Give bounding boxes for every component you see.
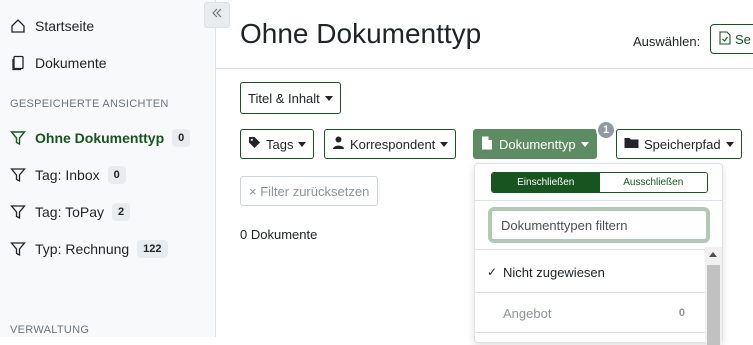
sidebar-item-ohne-dokumenttyp[interactable]: Ohne Dokumenttyp 0 bbox=[10, 126, 191, 150]
folder-icon bbox=[624, 136, 644, 152]
saved-views-heading: GESPEICHERTE ANSICHTEN bbox=[10, 98, 169, 110]
sidebar-item-tag-inbox[interactable]: Tag: Inbox 0 bbox=[10, 163, 126, 187]
exclude-toggle-button[interactable]: Ausschließen bbox=[599, 173, 707, 192]
sidebar-collapse-button[interactable] bbox=[204, 2, 230, 28]
sidebar-item-label: Startseite bbox=[35, 18, 95, 34]
filter-icon bbox=[10, 129, 28, 147]
filter-icon bbox=[10, 166, 28, 184]
sidebar-item-label: Tag: Inbox bbox=[35, 167, 100, 183]
doctype-filter-button[interactable]: Dokumenttyp bbox=[473, 129, 597, 159]
dropdown-item-nicht-zugewiesen[interactable]: ✓ Nicht zugewiesen bbox=[475, 252, 705, 292]
sidebar-item-typ-rechnung[interactable]: Typ: Rechnung 122 bbox=[10, 237, 168, 261]
storage-path-filter-button[interactable]: Speicherpfad bbox=[616, 129, 742, 159]
home-icon bbox=[10, 17, 28, 35]
document-count: 0 Dokumente bbox=[240, 227, 318, 242]
sidebar-item-label: Tag: ToPay bbox=[35, 204, 105, 220]
scrollbar-thumb[interactable] bbox=[707, 265, 720, 345]
count-badge: 122 bbox=[137, 240, 168, 258]
divider bbox=[475, 249, 722, 250]
caret-down-icon bbox=[298, 141, 307, 147]
count-badge: 0 bbox=[172, 129, 191, 147]
tags-filter-button[interactable]: Tags bbox=[240, 129, 315, 159]
divider bbox=[475, 200, 722, 201]
correspondent-filter-button[interactable]: Korrespondent bbox=[324, 129, 457, 159]
sidebar-item-label: Typ: Rechnung bbox=[35, 241, 130, 257]
item-count: 0 bbox=[678, 307, 685, 319]
count-badge: 2 bbox=[112, 203, 131, 221]
filter-icon bbox=[10, 203, 28, 221]
doctype-filter-input[interactable]: Dokumenttypen filtern bbox=[488, 207, 710, 243]
dropdown-item-label: Nicht zugewiesen bbox=[503, 264, 605, 280]
documents-icon bbox=[10, 54, 28, 72]
double-chevron-left-icon bbox=[211, 6, 223, 24]
document-icon bbox=[481, 136, 493, 153]
sidebar-item-startseite[interactable]: Startseite bbox=[10, 14, 94, 38]
sidebar-item-tag-topay[interactable]: Tag: ToPay 2 bbox=[10, 200, 131, 224]
dropdown-item-label: Angebot bbox=[503, 305, 552, 321]
caret-down-icon bbox=[440, 141, 449, 147]
dropdown-scrollbar[interactable] bbox=[705, 247, 722, 345]
checkmark-icon: ✓ bbox=[487, 265, 498, 279]
filter-icon bbox=[10, 240, 28, 258]
check-document-icon bbox=[719, 30, 735, 48]
sidebar: Startseite Dokumente GESPEICHERTE ANSICH… bbox=[0, 0, 216, 337]
tag-icon bbox=[248, 136, 266, 152]
count-badge: 0 bbox=[107, 166, 126, 184]
management-heading: VERWALTUNG bbox=[10, 324, 90, 336]
divider bbox=[475, 332, 705, 333]
sidebar-item-dokumente[interactable]: Dokumente bbox=[10, 51, 107, 75]
dropdown-item-angebot[interactable]: Angebot 0 bbox=[475, 293, 705, 333]
scroll-up-arrow-icon[interactable] bbox=[709, 252, 717, 257]
include-toggle-button[interactable]: Einschließen bbox=[492, 173, 600, 192]
include-exclude-toggle: Einschließen Ausschließen bbox=[491, 172, 708, 193]
select-label: Auswählen: bbox=[633, 34, 701, 49]
divider bbox=[216, 68, 753, 69]
select-button[interactable]: Se bbox=[710, 24, 753, 54]
caret-down-icon bbox=[725, 141, 734, 147]
caret-down-icon bbox=[324, 95, 333, 101]
caret-down-icon bbox=[580, 141, 589, 147]
sidebar-item-label: Ohne Dokumenttyp bbox=[35, 130, 165, 146]
text-filter-dropdown[interactable]: Titel & Inhalt bbox=[240, 82, 341, 114]
sidebar-item-label: Dokumente bbox=[35, 55, 107, 71]
reset-filters-button[interactable]: × Filter zurücksetzen bbox=[240, 176, 379, 206]
page-title: Ohne Dokumenttyp bbox=[240, 18, 482, 49]
person-icon bbox=[332, 136, 350, 152]
doctype-dropdown-menu: Einschließen Ausschließen Dokumenttypen … bbox=[474, 163, 723, 345]
active-filter-count-badge: 1 bbox=[596, 120, 616, 140]
